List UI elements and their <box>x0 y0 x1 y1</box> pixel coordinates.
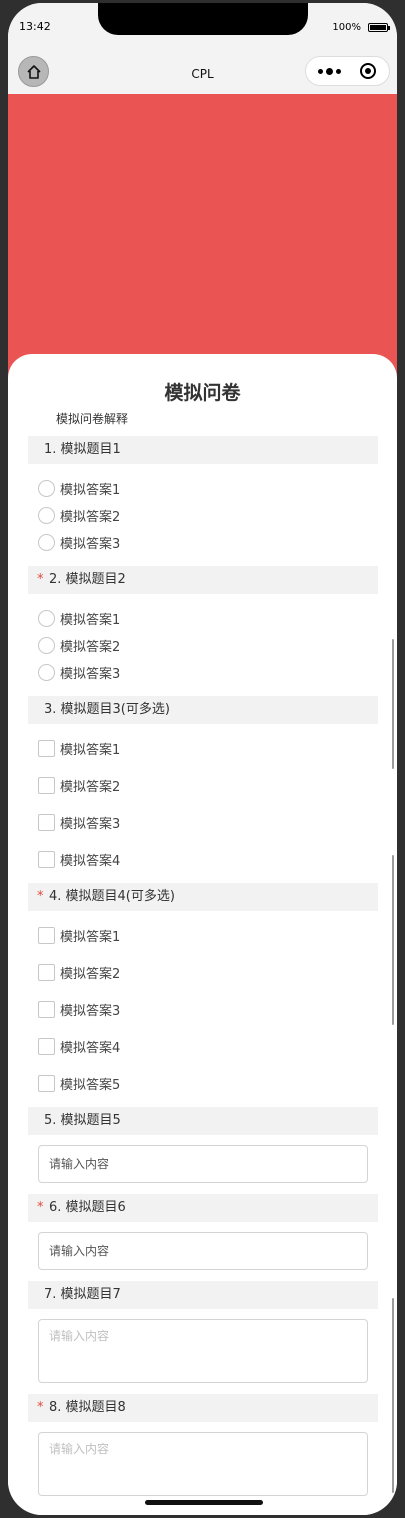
question-label: 2. 模拟题目2 <box>49 572 126 587</box>
survey-card: 模拟问卷 模拟问卷解释 1. 模拟题目1 模拟答案1 模拟答案2 模拟答案3 *… <box>8 354 397 1515</box>
question-4-header: * 4. 模拟题目4(可多选) <box>28 883 378 911</box>
question-label: 4. 模拟题目4(可多选) <box>49 889 175 904</box>
q5-input[interactable] <box>38 1145 368 1183</box>
battery-percent: 100% <box>332 22 361 33</box>
survey-description: 模拟问卷解释 <box>56 412 129 426</box>
checkbox-icon[interactable] <box>38 850 55 868</box>
q1-option-1[interactable]: 模拟答案1 <box>38 478 120 498</box>
q3-option-4[interactable]: 模拟答案4 <box>38 849 120 869</box>
survey-title: 模拟问卷 <box>164 382 241 404</box>
checkbox-icon[interactable] <box>38 1074 55 1092</box>
checkbox-icon[interactable] <box>38 776 55 794</box>
checkbox-icon[interactable] <box>38 963 55 981</box>
q2-option-1[interactable]: 模拟答案1 <box>38 608 120 628</box>
scrollbar[interactable] <box>392 639 394 769</box>
q1-option-3[interactable]: 模拟答案3 <box>38 532 120 552</box>
radio-icon[interactable] <box>38 609 55 627</box>
miniprogram-capsule <box>305 56 390 86</box>
status-bar: 13:42 100% <box>8 3 397 51</box>
required-mark: * <box>37 572 44 587</box>
phone-screen: 13:42 100% CPL 模拟问卷 模拟问卷解释 1. 模拟题目1 模拟答案… <box>8 3 397 1515</box>
checkbox-icon[interactable] <box>38 1000 55 1018</box>
banner <box>8 94 397 384</box>
question-5-header: 5. 模拟题目5 <box>28 1107 378 1135</box>
checkbox-icon[interactable] <box>38 739 55 757</box>
home-indicator[interactable] <box>145 1500 263 1505</box>
q2-option-3[interactable]: 模拟答案3 <box>38 662 120 682</box>
question-1-header: 1. 模拟题目1 <box>28 436 378 464</box>
question-label: 1. 模拟题目1 <box>44 442 121 457</box>
close-target-icon[interactable] <box>360 63 376 79</box>
more-icon <box>318 68 323 74</box>
notch <box>98 3 308 35</box>
radio-icon[interactable] <box>38 636 55 654</box>
battery-icon <box>368 23 390 32</box>
radio-icon[interactable] <box>38 533 55 551</box>
required-mark: * <box>37 889 44 904</box>
required-mark: * <box>37 1200 44 1215</box>
q4-option-2[interactable]: 模拟答案2 <box>38 962 120 982</box>
question-label: 5. 模拟题目5 <box>44 1113 121 1128</box>
q8-textarea[interactable] <box>38 1432 368 1496</box>
question-label: 8. 模拟题目8 <box>49 1400 126 1415</box>
question-6-header: * 6. 模拟题目6 <box>28 1194 378 1222</box>
q4-option-4[interactable]: 模拟答案4 <box>38 1036 120 1056</box>
question-2-header: * 2. 模拟题目2 <box>28 566 378 594</box>
scrollbar[interactable] <box>392 1298 394 1493</box>
radio-icon[interactable] <box>38 506 55 524</box>
radio-icon[interactable] <box>38 479 55 497</box>
question-8-header: * 8. 模拟题目8 <box>28 1394 378 1422</box>
q4-option-1[interactable]: 模拟答案1 <box>38 925 120 945</box>
q7-textarea[interactable] <box>38 1319 368 1383</box>
scrollbar[interactable] <box>392 855 394 1025</box>
question-7-header: 7. 模拟题目7 <box>28 1281 378 1309</box>
q4-option-3[interactable]: 模拟答案3 <box>38 999 120 1019</box>
question-3-header: 3. 模拟题目3(可多选) <box>28 696 378 724</box>
status-time: 13:42 <box>19 20 51 33</box>
q2-option-2[interactable]: 模拟答案2 <box>38 635 120 655</box>
checkbox-icon[interactable] <box>38 926 55 944</box>
q1-option-2[interactable]: 模拟答案2 <box>38 505 120 525</box>
radio-icon[interactable] <box>38 663 55 681</box>
q3-option-2[interactable]: 模拟答案2 <box>38 775 120 795</box>
checkbox-icon[interactable] <box>38 1037 55 1055</box>
question-label: 3. 模拟题目3(可多选) <box>44 702 170 717</box>
q6-input[interactable] <box>38 1232 368 1270</box>
question-label: 6. 模拟题目6 <box>49 1200 126 1215</box>
required-mark: * <box>37 1400 44 1415</box>
checkbox-icon[interactable] <box>38 813 55 831</box>
more-button[interactable] <box>318 64 344 78</box>
q4-option-5[interactable]: 模拟答案5 <box>38 1073 120 1093</box>
q3-option-1[interactable]: 模拟答案1 <box>38 738 120 758</box>
question-label: 7. 模拟题目7 <box>44 1287 121 1302</box>
q3-option-3[interactable]: 模拟答案3 <box>38 812 120 832</box>
nav-bar: CPL <box>8 51 397 94</box>
